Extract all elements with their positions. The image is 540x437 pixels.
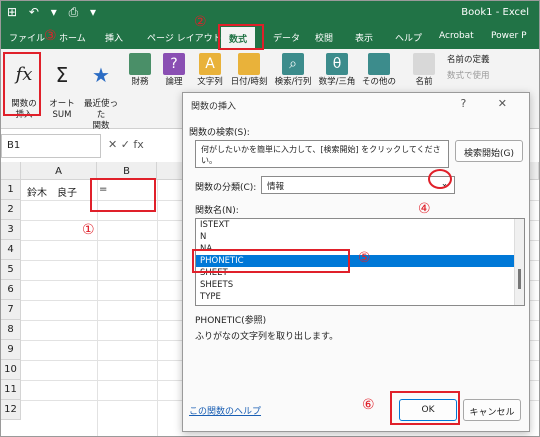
financial-label: 財務 <box>131 77 149 87</box>
math-button[interactable]: θ 数学/三角 <box>317 53 357 88</box>
text-label: 文字列 <box>197 77 223 87</box>
autosum-label: オート SUM <box>49 99 75 120</box>
row-header[interactable]: 7 <box>1 300 21 320</box>
document-title: Book1 - Excel <box>461 7 529 18</box>
function-description: ふりがなの文字列を取り出します。 <box>195 332 339 342</box>
dialog-help-close-controls[interactable]: ? ✕ <box>460 97 521 110</box>
highlight-cell-b1 <box>90 178 156 212</box>
define-name-button[interactable]: 名前の定義 <box>447 55 490 66</box>
name-manager-button[interactable]: 名前 <box>409 53 439 88</box>
lookup-label: 検索/行列 <box>274 77 312 87</box>
category-select[interactable]: 情報 ⌄ <box>261 176 455 194</box>
tab-file[interactable]: ファイル <box>9 31 45 44</box>
title-bar: ⊞ ↶ ▾ ⎙ ▾ Book1 - Excel <box>1 1 539 27</box>
list-item[interactable]: TYPE <box>196 291 524 303</box>
highlight-phonetic <box>192 249 350 273</box>
list-item[interactable]: SHEETS <box>196 279 524 291</box>
row-header[interactable]: 10 <box>1 360 21 380</box>
function-help-link[interactable]: この関数のヘルプ <box>189 404 261 417</box>
define-name-label: 名前の定義 <box>447 55 490 65</box>
financial-icon <box>129 53 151 75</box>
recent-functions-button[interactable]: ★ 最近使った 関数 <box>81 53 121 132</box>
names-label: 名前 <box>415 77 433 87</box>
tab-view[interactable]: 表示 <box>355 31 373 44</box>
category-label: 関数の分類(C): <box>195 183 257 193</box>
search-start-button[interactable]: 検索開始(G) <box>455 140 523 162</box>
row-header[interactable]: 11 <box>1 380 21 400</box>
step-marker-5: ⑤ <box>358 250 371 266</box>
more-label: その他の <box>361 77 396 87</box>
ribbon-tabs: ファイル ホーム 挿入 ページ レイアウト 数式 データ 校閲 表示 ヘルプ A… <box>1 27 539 49</box>
column-divider <box>97 180 98 436</box>
step-marker-4: ④ <box>418 201 431 217</box>
autosum-button[interactable]: Σ オート SUM <box>47 53 77 121</box>
cancel-button[interactable]: キャンセル <box>463 399 521 421</box>
highlight-category-dropdown <box>428 169 452 189</box>
row-header[interactable]: 6 <box>1 280 21 300</box>
tab-home[interactable]: ホーム <box>59 31 86 44</box>
list-scrollbar[interactable] <box>514 219 524 305</box>
row-header[interactable]: 4 <box>1 240 21 260</box>
recent-label: 最近使った 関数 <box>83 99 118 131</box>
tab-acrobat[interactable]: Acrobat <box>439 31 474 41</box>
theta-icon: θ <box>326 53 348 75</box>
tab-insert[interactable]: 挿入 <box>105 31 123 44</box>
name-box[interactable]: B1 <box>1 134 101 158</box>
tab-review[interactable]: 校閲 <box>315 31 333 44</box>
list-item[interactable]: ISTEXT <box>196 219 524 231</box>
tab-data[interactable]: データ <box>273 31 300 44</box>
function-signature: PHONETIC(参照) <box>195 316 267 326</box>
search-label: 関数の検索(S): <box>189 128 250 138</box>
text-button[interactable]: A 文字列 <box>195 53 225 88</box>
datetime-button[interactable]: 日付/時刻 <box>229 53 269 88</box>
star-icon: ★ <box>92 63 110 87</box>
category-value: 情報 <box>267 182 285 192</box>
row-header[interactable]: 1 <box>1 180 21 200</box>
row-header[interactable]: 9 <box>1 340 21 360</box>
logical-icon: ? <box>163 53 185 75</box>
row-header[interactable]: 8 <box>1 320 21 340</box>
highlight-insert-function <box>3 52 41 116</box>
tab-help[interactable]: ヘルプ <box>395 31 422 44</box>
step-marker-1: ① <box>82 222 95 238</box>
quick-access-toolbar[interactable]: ⊞ ↶ ▾ ⎙ ▾ <box>7 5 100 20</box>
financial-button[interactable]: 財務 <box>127 53 153 88</box>
step-marker-2: ② <box>194 14 207 30</box>
logical-label: 論理 <box>165 77 183 87</box>
tab-power-pivot[interactable]: Power P <box>491 31 527 41</box>
tag-icon <box>413 53 435 75</box>
search-input[interactable]: 何がしたいかを簡単に入力して、[検索開始] をクリックしてください。 <box>195 140 449 168</box>
row-header[interactable]: 2 <box>1 200 21 220</box>
select-all-corner[interactable] <box>1 162 21 180</box>
use-in-formula-label: 数式で使用 <box>447 71 490 81</box>
step-marker-6: ⑥ <box>362 397 375 413</box>
column-header-a[interactable]: A <box>21 162 97 180</box>
cell-a1[interactable]: 鈴木 良子 <box>27 184 77 199</box>
highlight-ok-button <box>390 391 460 425</box>
row-header[interactable]: 5 <box>1 260 21 280</box>
text-icon: A <box>199 53 221 75</box>
row-header[interactable]: 3 <box>1 220 21 240</box>
more-icon <box>368 53 390 75</box>
lookup-button[interactable]: ⌕ 検索/行列 <box>273 53 313 88</box>
formula-bar-controls[interactable]: ✕ ✓ fx <box>108 138 144 151</box>
dialog-title: 関数の挿入 <box>191 102 237 112</box>
highlight-formulas-tab <box>218 24 264 50</box>
logical-button[interactable]: ? 論理 <box>161 53 187 88</box>
function-name-label: 関数名(N): <box>195 206 239 216</box>
more-functions-button[interactable]: その他の <box>361 53 397 88</box>
step-marker-3: ③ <box>44 28 57 44</box>
scrollbar-thumb[interactable] <box>518 269 521 289</box>
column-divider <box>157 180 158 436</box>
list-item[interactable]: N <box>196 231 524 243</box>
datetime-label: 日付/時刻 <box>230 77 268 87</box>
tab-page-layout[interactable]: ページ レイアウト <box>147 31 222 44</box>
clock-icon <box>238 53 260 75</box>
use-in-formula-button[interactable]: 数式で使用 <box>447 71 490 82</box>
math-label: 数学/三角 <box>318 77 356 87</box>
search-icon: ⌕ <box>282 53 304 75</box>
row-header[interactable]: 12 <box>1 400 21 420</box>
sigma-icon: Σ <box>55 63 69 87</box>
